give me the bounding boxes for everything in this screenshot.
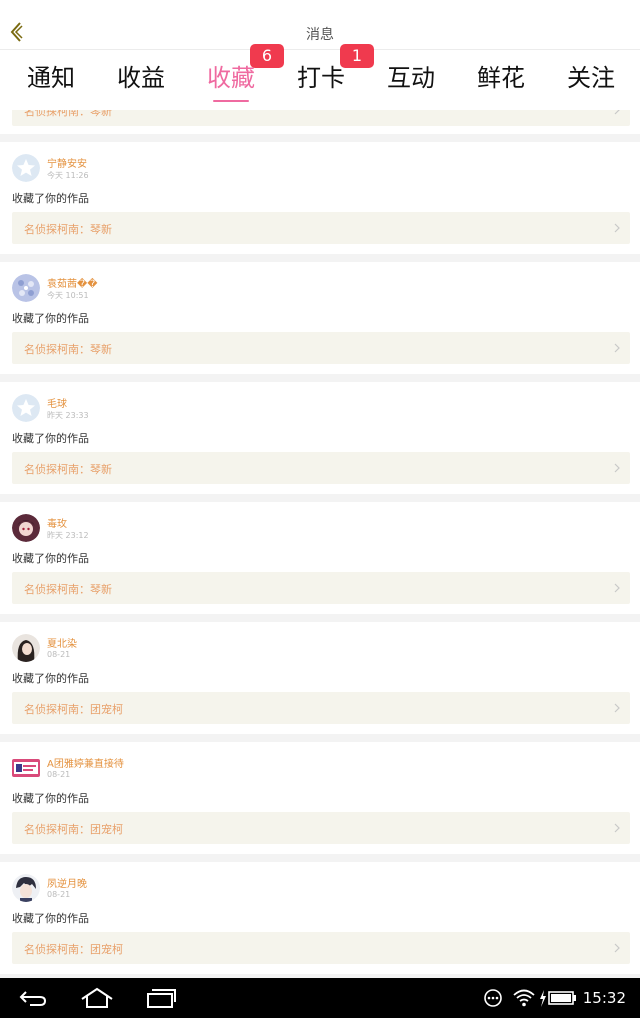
work-link[interactable]: 名侦探柯南：团宠柯 [12,692,630,724]
status-clock: 15:32 [582,989,626,1007]
system-recent-apps-button[interactable] [146,986,176,1014]
work-link[interactable]: 名侦探柯南：团宠柯 [12,932,630,964]
tab-interactions[interactable]: 互动 [366,60,456,100]
recent-apps-icon [147,989,176,1008]
username[interactable]: 宁静安安 [47,155,87,170]
action-text: 收藏了你的作品 [12,912,89,925]
tab-label: 鲜花 [477,64,525,92]
tab-earnings[interactable]: 收益 [96,60,186,100]
tab-flowers[interactable]: 鲜花 [456,60,546,100]
work-title: 名侦探柯南：琴新 [24,110,112,118]
work-link[interactable]: 名侦探柯南：琴新 [12,212,630,244]
list-item: 夏北染 08-21 收藏了你的作品 名侦探柯南：团宠柯 [0,622,640,734]
work-title: 名侦探柯南：团宠柯 [24,703,123,716]
pattern-avatar[interactable] [12,274,40,302]
timestamp: 08-21 [47,650,71,659]
active-tab-indicator [213,100,249,102]
work-link[interactable]: 名侦探柯南：琴新 [12,332,630,364]
back-arrow-icon [19,991,47,1006]
battery-icon-wrap [538,986,578,1014]
wifi-icon-wrap [512,986,536,1014]
action-text: 收藏了你的作品 [12,552,89,565]
work-title: 名侦探柯南：琴新 [24,583,112,596]
tab-label: 通知 [27,64,75,92]
list-item: 宁静安安 今天 11:26 收藏了你的作品 名侦探柯南：琴新 [0,142,640,254]
timestamp: 昨天 23:33 [47,411,89,420]
more-dots-icon [484,989,502,1007]
action-text: 收藏了你的作品 [12,432,89,445]
checkin-count-badge: 1 [340,44,374,68]
list-item: 毛球 昨天 23:33 收藏了你的作品 名侦探柯南：琴新 [0,382,640,494]
action-text: 收藏了你的作品 [12,792,89,805]
work-title: 名侦探柯南：琴新 [24,463,112,476]
timestamp: 今天 11:26 [47,171,89,180]
favorites-list: 名侦探柯南：琴新 宁静安安 今天 11:26 收藏了你的作品 名侦探柯南：琴新 … [0,110,640,978]
girl-avatar[interactable] [12,634,40,662]
username[interactable]: A团雅婷兼直接待 [47,755,124,770]
system-back-button[interactable] [18,986,48,1014]
page-title: 消息 [306,27,334,43]
chevron-right-icon [614,703,620,713]
list-item: A团雅婷兼直接待 08-21 收藏了你的作品 名侦探柯南：团宠柯 [0,742,640,854]
anime-avatar[interactable] [12,514,40,542]
chevron-right-icon [614,110,620,115]
tab-label: 收益 [117,64,165,92]
wifi-icon [513,989,535,1007]
list-item: 名侦探柯南：琴新 [0,110,640,134]
tab-label: 互动 [387,64,435,92]
work-title: 名侦探柯南：琴新 [24,343,112,356]
chevron-right-icon [614,943,620,953]
list-item: 袁茹茜�� 今天 10:51 收藏了你的作品 名侦探柯南：琴新 [0,262,640,374]
status-more-icon-wrap [483,986,503,1014]
chevron-right-icon [614,223,620,233]
username[interactable]: 夙逆月晚 [47,875,87,890]
work-link[interactable]: 名侦探柯南：团宠柯 [12,812,630,844]
battery-charging-icon [540,990,576,1007]
timestamp: 08-21 [47,770,71,779]
work-title: 名侦探柯南：团宠柯 [24,823,123,836]
action-text: 收藏了你的作品 [12,192,89,205]
favorites-count-badge: 6 [250,44,284,68]
tab-notifications[interactable]: 通知 [6,60,96,100]
action-text: 收藏了你的作品 [12,672,89,685]
work-link[interactable]: 名侦探柯南：琴新 [12,110,630,126]
tab-label: 打卡 [297,64,345,92]
chevron-right-icon [614,823,620,833]
tab-label: 关注 [567,64,615,92]
chevron-right-icon [614,463,620,473]
banner-avatar[interactable] [12,754,40,782]
tab-label: 收藏 [207,64,255,92]
tab-follow[interactable]: 关注 [546,60,636,100]
username[interactable]: 夏北染 [47,635,77,650]
work-link[interactable]: 名侦探柯南：琴新 [12,572,630,604]
username[interactable]: 毛球 [47,395,67,410]
work-link[interactable]: 名侦探柯南：琴新 [12,452,630,484]
username[interactable]: 毒玫 [47,515,67,530]
chevron-right-icon [614,343,620,353]
work-title: 名侦探柯南：团宠柯 [24,943,123,956]
work-title: 名侦探柯南：琴新 [24,223,112,236]
username[interactable]: 袁茹茜�� [47,275,98,290]
action-text: 收藏了你的作品 [12,312,89,325]
timestamp: 08-21 [47,890,71,899]
star-avatar[interactable] [12,154,40,182]
system-navigation-bar: 15:32 [0,978,640,1018]
chevron-right-icon [614,583,620,593]
tab-bar: 通知 收益 收藏 打卡 互动 鲜花 关注 [0,50,640,110]
home-icon [81,987,113,1008]
timestamp: 昨天 23:12 [47,531,89,540]
list-item: 夙逆月晚 08-21 收藏了你的作品 名侦探柯南：团宠柯 [0,862,640,974]
system-home-button[interactable] [80,986,114,1014]
boy-avatar[interactable] [12,874,40,902]
star-avatar[interactable] [12,394,40,422]
timestamp: 今天 10:51 [47,291,89,300]
top-bar: 消息 [0,0,640,50]
list-item: 毒玫 昨天 23:12 收藏了你的作品 名侦探柯南：琴新 [0,502,640,614]
